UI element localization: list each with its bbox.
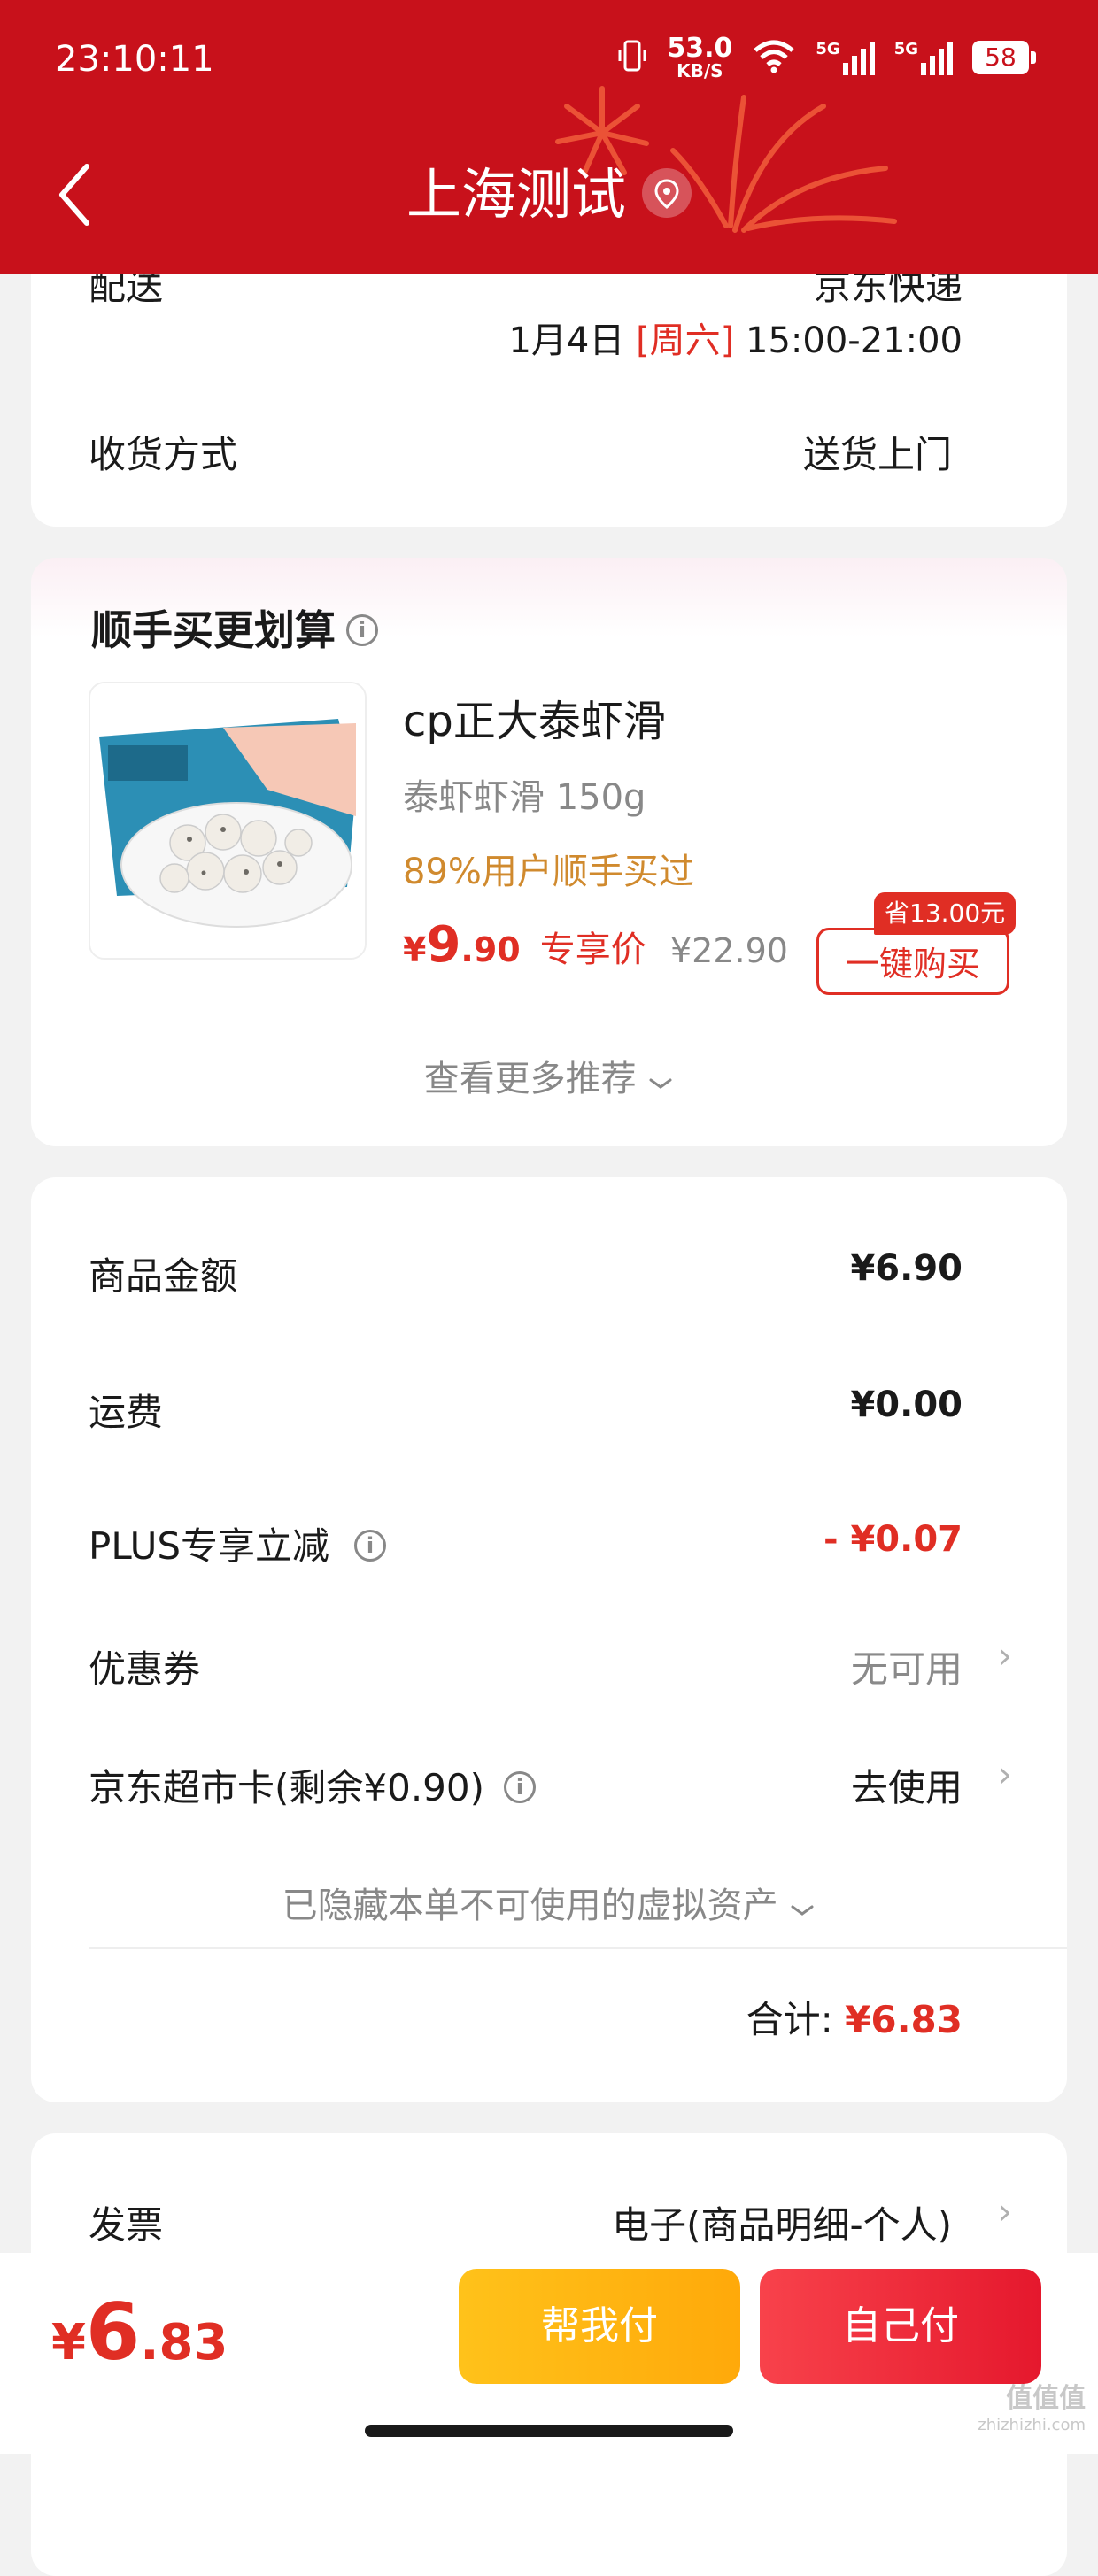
more-recommend-label: 查看更多推荐 [423, 1059, 637, 1099]
product-name[interactable]: cp正大泰虾滑 [403, 686, 666, 748]
help-me-pay-button[interactable]: 帮我付 [459, 2269, 740, 2384]
signal-icon-1: 5G [816, 40, 875, 75]
info-icon[interactable]: i [504, 1770, 537, 1803]
price-label: 专享价 [539, 929, 646, 970]
recommend-card: 顺手买更划算 i cp正大泰虾滑 泰虾虾滑 150g 89%用户顺手买过 ¥9.9… [31, 558, 1067, 1146]
chevron-down-icon [647, 1060, 674, 1101]
invoice-label: 发票 [89, 2203, 164, 2247]
total-label: 合计: [746, 1998, 833, 2041]
shipping-label: 运费 [89, 1391, 164, 1434]
chevron-right-icon[interactable]: › [998, 1755, 1012, 1795]
receive-method-label: 收货方式 [89, 433, 238, 476]
network-speed: 53.0 KB/S [667, 33, 733, 81]
price-int: 9 [426, 916, 461, 974]
supermarket-card-text: 京东超市卡(剩余¥0.90) [89, 1766, 485, 1809]
delivery-date: 1月4日 [508, 320, 625, 361]
supermarket-card-label: 京东超市卡(剩余¥0.90) i [89, 1758, 537, 1812]
coupon-value[interactable]: 无可用 [851, 1639, 963, 1693]
chevron-right-icon[interactable]: › [998, 2192, 1012, 2233]
product-tag: 89%用户顺手买过 [403, 852, 694, 892]
page-title[interactable]: 上海测试 [0, 159, 1098, 230]
signal-2-label: 5G [893, 40, 918, 58]
invoice-value[interactable]: 电子(商品明细-个人) [612, 2195, 952, 2249]
price-symbol: ¥ [403, 930, 427, 969]
status-icons: 53.0 KB/S 5G 5G 58 [617, 33, 1036, 81]
plus-discount-label: PLUS专享立减 i [89, 1516, 387, 1570]
plus-discount-text: PLUS专享立减 [89, 1524, 330, 1568]
recommend-title: 顺手买更划算 i [91, 598, 378, 657]
more-recommend-link[interactable]: 查看更多推荐 [31, 1050, 1067, 1101]
chevron-right-icon[interactable]: › [998, 1636, 1012, 1677]
delivery-time-slot: 15:00-21:00 [746, 320, 963, 361]
delivery-time[interactable]: 1月4日 [周六] 15:00-21:00 [508, 312, 963, 363]
price-summary-card: 商品金额 ¥6.90 运费 ¥0.00 PLUS专享立减 i - ¥0.07 优惠… [31, 1177, 1067, 2102]
vibrate-icon [617, 38, 647, 77]
location-pin-icon [642, 167, 692, 218]
chevron-down-icon [789, 1887, 816, 1928]
watermark: 值值值 zhizhizhi.com [978, 2386, 1086, 2439]
goods-amount-value: ¥6.90 [850, 1248, 963, 1289]
product-price: ¥9.90 专享价 [403, 916, 646, 974]
price-dec: .90 [460, 930, 521, 969]
checkout-bar: ¥6.83 帮我付 自己付 值值值 zhizhizhi.com [0, 2253, 1098, 2454]
coupon-label: 优惠券 [89, 1647, 201, 1691]
product-image[interactable] [89, 682, 367, 960]
order-total: 合计: ¥6.83 [746, 1990, 963, 2044]
product-spec: 泰虾虾滑 150g [403, 777, 646, 818]
checkout-total-int: 6 [85, 2287, 141, 2378]
shipping-value: ¥0.00 [850, 1384, 963, 1425]
save-badge: 省13.00元 [874, 892, 1017, 935]
total-value: ¥6.83 [845, 1998, 963, 2041]
info-icon[interactable]: i [354, 1529, 387, 1562]
info-icon[interactable]: i [346, 613, 378, 646]
hidden-assets-toggle[interactable]: 已隐藏本单不可使用的虚拟资产 [31, 1877, 1067, 1928]
one-click-buy-button[interactable]: 一键购买 [816, 928, 1009, 995]
watermark-text: 值值值 [1006, 2383, 1086, 2414]
wifi-icon [752, 38, 796, 77]
status-time: 23:10:11 [55, 39, 214, 80]
watermark-sub: zhizhizhi.com [978, 2416, 1086, 2434]
delivery-weekday: [周六] [636, 320, 735, 361]
checkout-total-dec: .83 [140, 2314, 228, 2372]
app-header: 23:10:11 53.0 KB/S 5G 5G 58 上海测试 [0, 0, 1098, 274]
plus-discount-value: - ¥0.07 [823, 1519, 963, 1560]
home-indicator[interactable] [365, 2425, 733, 2437]
battery-icon: 58 [972, 41, 1036, 74]
goods-amount-label: 商品金额 [89, 1254, 238, 1298]
receive-method-value[interactable]: 送货上门 [803, 425, 952, 479]
shrimp-paste-image [90, 683, 365, 958]
net-speed-value: 53.0 [667, 33, 733, 64]
divider [89, 1947, 1067, 1949]
hidden-assets-label: 已隐藏本单不可使用的虚拟资产 [282, 1886, 778, 1926]
recommend-title-text: 顺手买更划算 [91, 606, 336, 654]
signal-1-label: 5G [816, 40, 840, 58]
original-price: ¥22.90 [670, 931, 788, 970]
pay-myself-button[interactable]: 自己付 [760, 2269, 1041, 2384]
delivery-card: 配送 京东快递 1月4日 [周六] 15:00-21:00 收货方式 送货上门 [31, 239, 1067, 527]
supermarket-card-value[interactable]: 去使用 [851, 1758, 963, 1812]
net-speed-unit: KB/S [677, 60, 723, 81]
checkout-total-symbol: ¥ [51, 2314, 86, 2372]
page-title-text: 上海测试 [406, 162, 626, 227]
signal-icon-2: 5G [894, 40, 953, 75]
checkout-total: ¥6.83 [51, 2287, 228, 2378]
